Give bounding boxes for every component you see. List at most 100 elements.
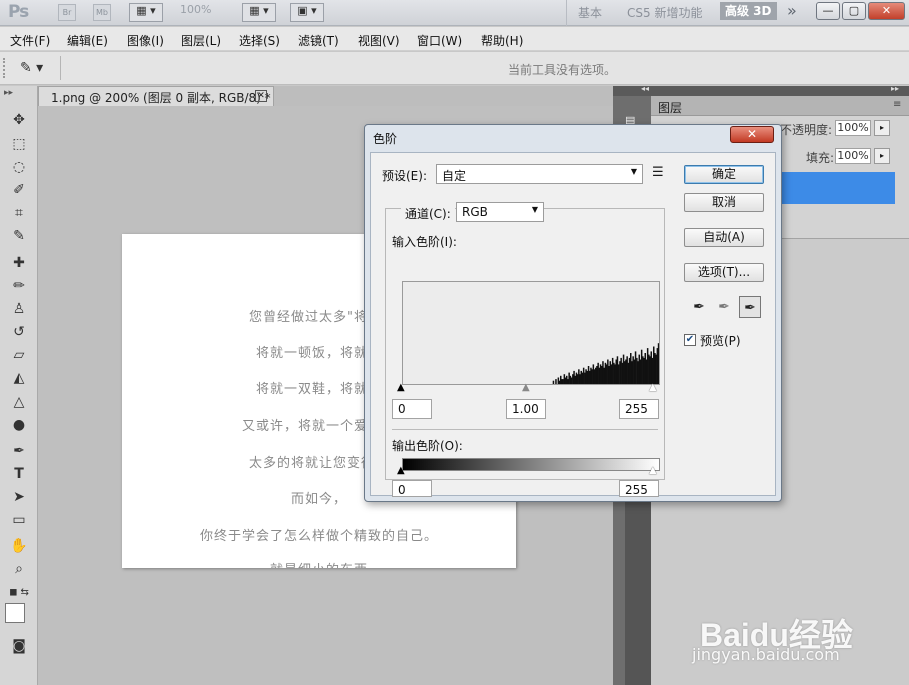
opacity-arrow-icon[interactable]: ▸ [874, 120, 890, 136]
histogram-graph [552, 343, 659, 384]
input-gamma-field[interactable]: 1.00 [506, 399, 546, 419]
menu-image[interactable]: 图像(I) [127, 32, 164, 49]
output-black-slider[interactable]: ▲ [397, 465, 405, 476]
bridge-button[interactable]: Br [58, 4, 76, 21]
histogram-bar [586, 370, 589, 384]
input-black-slider[interactable]: ▲ [397, 382, 405, 393]
eyedropper-tool-icon[interactable]: ✎ [9, 226, 29, 246]
output-black-field[interactable]: 0 [392, 480, 432, 497]
workspace-advanced-3d[interactable]: 高级 3D [720, 2, 777, 20]
fill-input[interactable]: 100% [835, 148, 871, 164]
close-button[interactable]: ✕ [868, 2, 905, 20]
eyedropper-preset-icon[interactable]: ✎ ▾ [20, 57, 52, 79]
preview-checkbox[interactable]: ✔ [684, 334, 696, 346]
input-black-field[interactable]: 0 [392, 399, 432, 419]
pen-tool-icon[interactable]: ✒ [9, 441, 29, 461]
clone-stamp-tool-icon[interactable]: ♙ [9, 299, 29, 319]
eraser-tool-icon[interactable]: ▱ [9, 345, 29, 365]
histogram-bar [650, 351, 653, 384]
path-selection-tool-icon[interactable]: ➤ [9, 487, 29, 507]
menu-layer[interactable]: 图层(L) [181, 32, 221, 49]
lasso-tool-icon[interactable]: ◌ [9, 157, 29, 177]
input-white-slider[interactable]: ▲ [649, 382, 657, 393]
opacity-input[interactable]: 100% [835, 120, 871, 136]
ok-button[interactable]: 确定 [684, 165, 764, 184]
opacity-label: 不透明度: [780, 123, 833, 137]
selected-layer-row[interactable] [776, 172, 895, 204]
zoom-tool-icon[interactable]: ⌕ [9, 559, 29, 579]
photoshop-logo: Ps [8, 2, 29, 22]
levels-dialog: 色阶 ✕ 预设(E): 自定 ▼ ☰ 通道(C): RGB ▼ 输入色阶(I):… [364, 124, 782, 502]
options-grip[interactable] [3, 58, 7, 78]
document-tab[interactable]: 1.png @ 200% (图层 0 副本, RGB/8) * ✕ [38, 86, 274, 106]
preset-dropdown[interactable]: 自定 ▼ [436, 164, 643, 184]
menu-window[interactable]: 窗口(W) [417, 32, 462, 49]
dialog-close-button[interactable]: ✕ [730, 126, 774, 143]
chevron-down-icon: ▼ [531, 205, 538, 214]
zoom-dropdown[interactable]: 100% [180, 3, 211, 22]
crop-tool-icon[interactable]: ⌗ [9, 203, 29, 223]
workspace-overflow-icon[interactable]: » [787, 1, 797, 20]
workspace-cs5-new[interactable]: CS5 新增功能 [627, 4, 702, 21]
histogram-bar [657, 343, 659, 384]
input-white-field[interactable]: 255 [619, 399, 659, 419]
move-tool-icon[interactable]: ✥ [9, 110, 29, 130]
white-point-eyedropper-icon[interactable]: ✒ [739, 296, 761, 318]
type-tool-icon[interactable]: T [9, 464, 29, 484]
quick-mask-icon[interactable]: ◙ [9, 636, 29, 656]
auto-button[interactable]: 自动(A) [684, 228, 764, 247]
menu-edit[interactable]: 编辑(E) [67, 32, 108, 49]
menu-help[interactable]: 帮助(H) [481, 32, 523, 49]
fill-label: 填充: [806, 151, 835, 165]
menu-file[interactable]: 文件(F) [10, 32, 50, 49]
dialog-title: 色阶 [373, 132, 398, 146]
menu-select[interactable]: 选择(S) [239, 32, 280, 49]
channel-dropdown[interactable]: RGB ▼ [456, 202, 544, 222]
foreground-color-swatch[interactable] [5, 603, 25, 623]
blur-tool-icon[interactable]: △ [9, 392, 29, 412]
application-bar: Ps Br Mb ▦ ▾ 100% ▦ ▾ ▣ ▾ 基本 CS5 新增功能 高级… [0, 0, 909, 26]
gray-point-eyedropper-icon[interactable]: ✒ [713, 296, 735, 318]
screen-mode-dropdown[interactable]: ▣ ▾ [290, 3, 324, 22]
menu-view[interactable]: 视图(V) [358, 32, 400, 49]
input-levels-label: 输入色阶(I): [392, 235, 457, 249]
histogram-bar [617, 364, 620, 384]
preset-options-icon[interactable]: ☰ [652, 165, 664, 180]
healing-brush-tool-icon[interactable]: ✚ [9, 253, 29, 273]
black-point-eyedropper-icon[interactable]: ✒ [688, 296, 710, 318]
tab-layers[interactable]: 图层 [658, 99, 682, 116]
workspace-essentials[interactable]: 基本 [578, 4, 602, 21]
minimize-button[interactable]: — [816, 2, 840, 20]
mini-bridge-button[interactable]: Mb [93, 4, 111, 21]
dodge-tool-icon[interactable]: ● [9, 415, 29, 435]
brush-tool-icon[interactable]: ✏ [9, 276, 29, 296]
channel-label: 通道(C): [401, 205, 455, 222]
panel-menu-icon[interactable]: ≡ [893, 99, 901, 110]
panel-expand-icon[interactable]: ▸▸ [891, 84, 899, 93]
fill-arrow-icon[interactable]: ▸ [874, 148, 890, 164]
toolbox-collapse-icon[interactable]: ▸▸ [4, 88, 13, 98]
menu-bar: 文件(F) 编辑(E) 图像(I) 图层(L) 选择(S) 滤镜(T) 视图(V… [0, 27, 909, 51]
arrange-documents-dropdown[interactable]: ▦ ▾ [242, 3, 276, 22]
panel-header-bar: ◂◂ ▸▸ [613, 84, 909, 96]
view-extras-dropdown[interactable]: ▦ ▾ [129, 3, 163, 22]
quick-selection-tool-icon[interactable]: ✐ [9, 180, 29, 200]
paint-bucket-tool-icon[interactable]: ◭ [9, 368, 29, 388]
document-close-icon[interactable]: ✕ [255, 90, 267, 102]
shape-tool-icon[interactable]: ▭ [9, 510, 29, 530]
default-colors-icon[interactable]: ◼ ⇆ [9, 583, 29, 603]
output-white-field[interactable]: 255 [619, 480, 659, 497]
text-line: 你终于学会了怎么样做个精致的自己。 [199, 529, 438, 544]
menu-filter[interactable]: 滤镜(T) [298, 32, 339, 49]
output-white-slider[interactable]: ▲ [649, 465, 657, 476]
history-brush-tool-icon[interactable]: ↺ [9, 322, 29, 342]
output-levels-label: 输出色阶(O): [392, 439, 463, 453]
options-button[interactable]: 选项(T)... [684, 263, 764, 282]
histogram-bar [552, 380, 555, 384]
hand-tool-icon[interactable]: ✋ [9, 536, 29, 556]
maximize-button[interactable]: ▢ [842, 2, 866, 20]
cancel-button[interactable]: 取消 [684, 193, 764, 212]
panel-collapse-icon[interactable]: ◂◂ [641, 84, 649, 93]
input-gamma-slider[interactable]: ▲ [522, 382, 530, 393]
marquee-tool-icon[interactable]: ⬚ [9, 134, 29, 154]
